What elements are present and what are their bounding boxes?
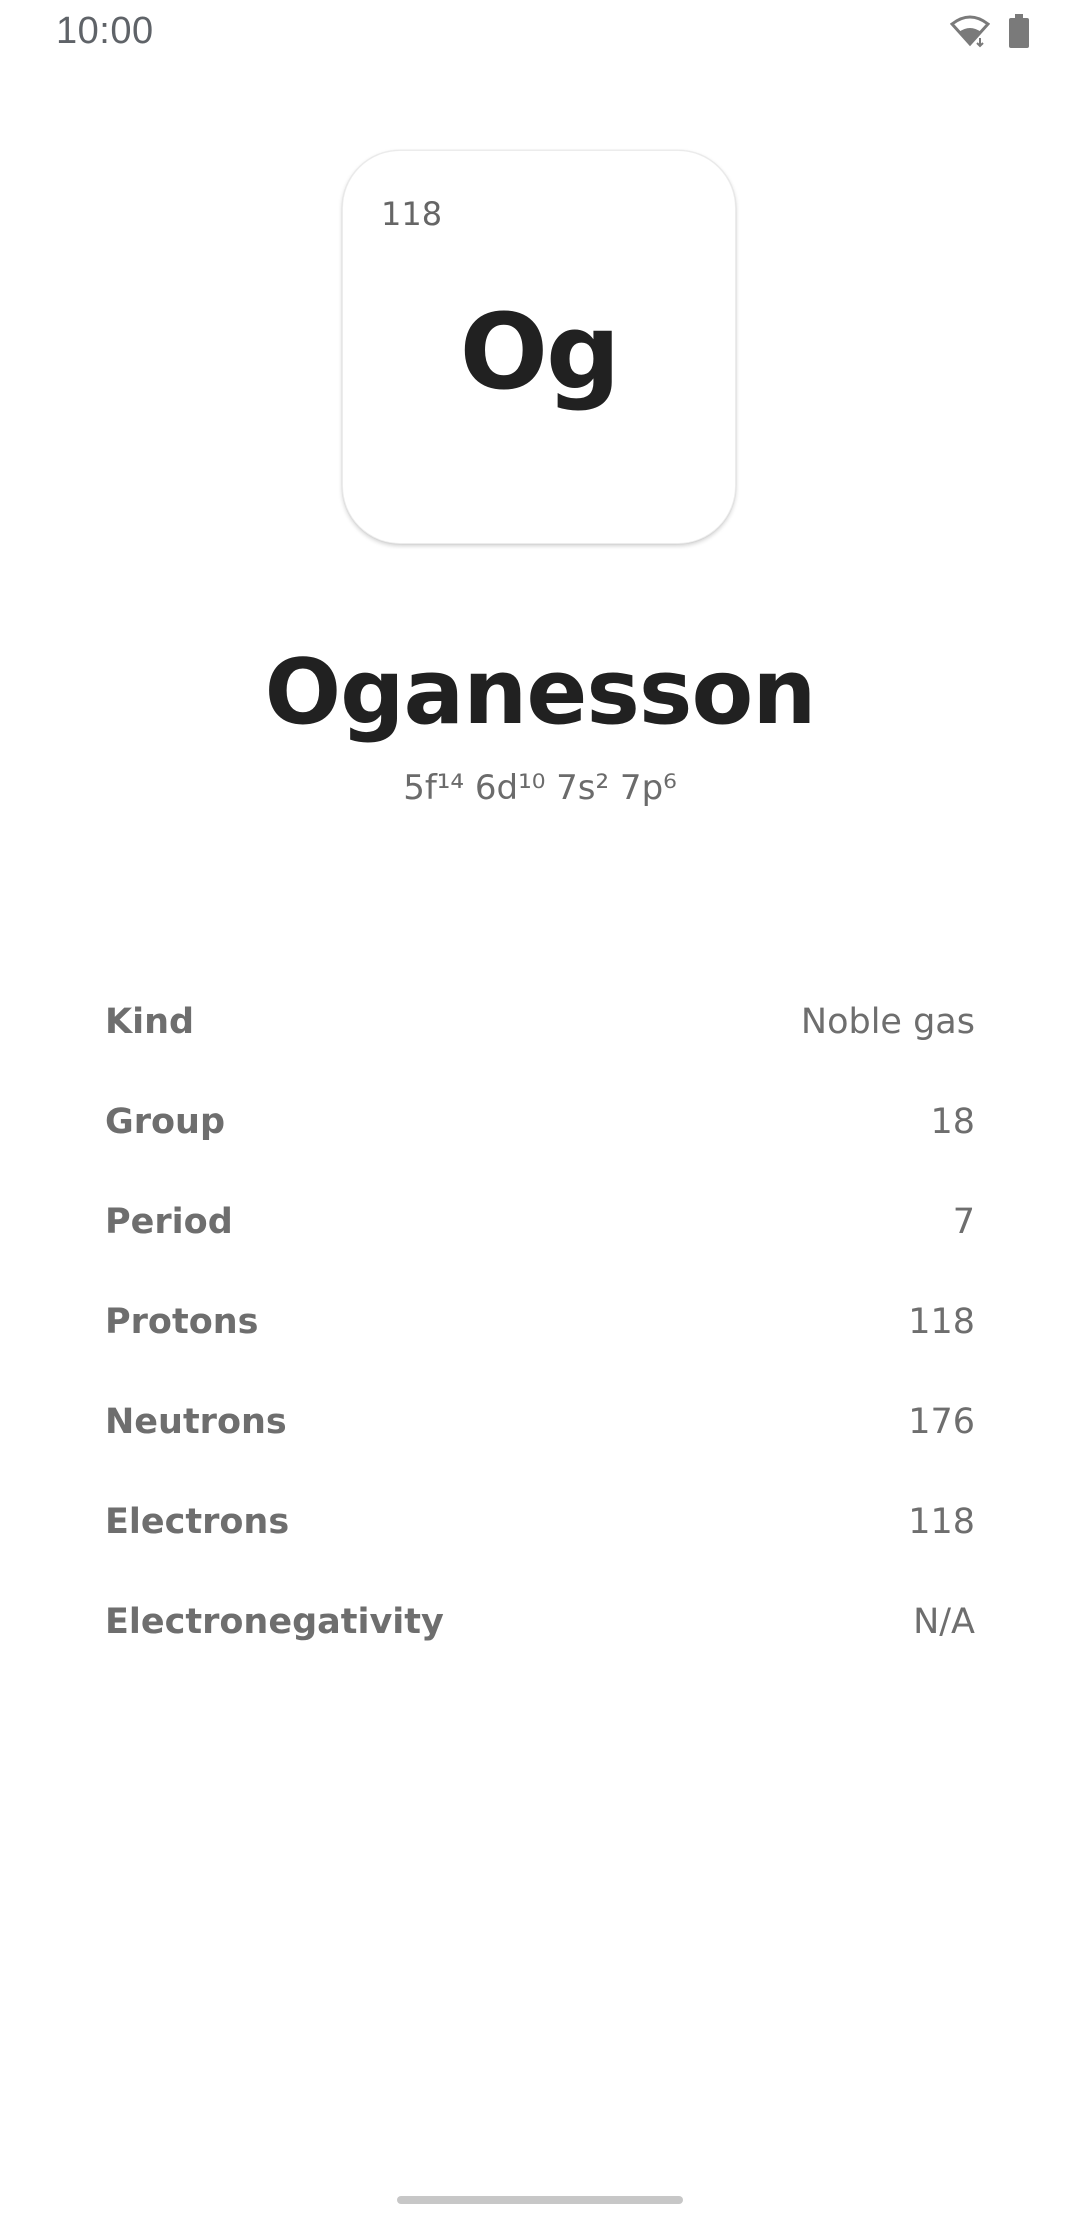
property-row-electrons: Electrons 118 (105, 1472, 975, 1572)
element-name: Oganesson (264, 640, 817, 745)
gesture-navigation-bar[interactable] (397, 2196, 683, 2204)
property-label: Electrons (105, 1502, 290, 1542)
property-value: 176 (908, 1402, 975, 1442)
property-row-protons: Protons 118 (105, 1272, 975, 1372)
property-value: N/A (913, 1602, 975, 1642)
status-time: 10:00 (56, 10, 154, 52)
property-label: Kind (105, 1002, 195, 1042)
property-value: 18 (930, 1102, 975, 1142)
property-row-period: Period 7 (105, 1172, 975, 1272)
property-row-neutrons: Neutrons 176 (105, 1372, 975, 1472)
atomic-number: 118 (381, 195, 443, 233)
property-label: Electronegativity (105, 1602, 444, 1642)
properties-list: Kind Noble gas Group 18 Period 7 Protons… (105, 972, 975, 1672)
property-label: Period (105, 1202, 233, 1242)
property-value: 118 (908, 1302, 975, 1342)
electron-configuration: 5f¹⁴ 6d¹⁰ 7s² 7p⁶ (403, 768, 677, 808)
property-value: 7 (952, 1202, 975, 1242)
property-value: 118 (908, 1502, 975, 1542)
battery-icon (1008, 14, 1030, 48)
property-row-kind: Kind Noble gas (105, 972, 975, 1072)
property-row-group: Group 18 (105, 1072, 975, 1172)
status-bar: 10:00 (0, 0, 1080, 70)
status-icons (950, 14, 1030, 48)
element-symbol: Og (459, 291, 621, 413)
property-label: Group (105, 1102, 226, 1142)
property-value: Noble gas (800, 1002, 975, 1042)
element-tile: 118 Og (342, 150, 736, 544)
wifi-icon (950, 14, 990, 48)
property-label: Neutrons (105, 1402, 287, 1442)
property-label: Protons (105, 1302, 259, 1342)
property-row-electronegativity: Electronegativity N/A (105, 1572, 975, 1672)
